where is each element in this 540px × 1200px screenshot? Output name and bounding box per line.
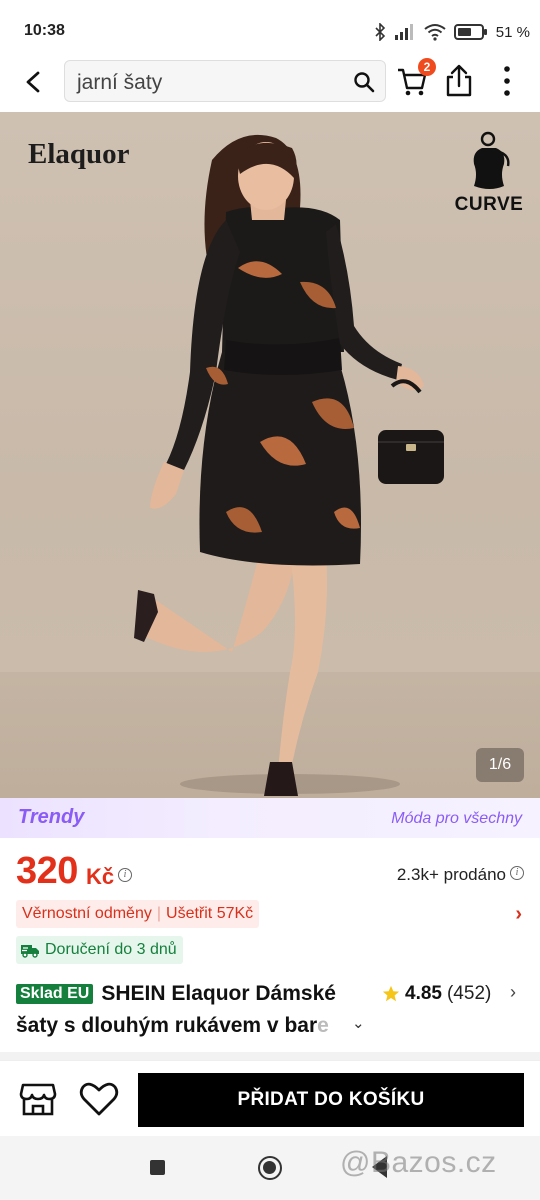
review-count: (452) — [446, 983, 492, 1004]
chevron-right-icon[interactable]: › — [515, 903, 522, 926]
loyalty-label: Věrnostní odměny — [22, 905, 152, 922]
share-icon — [446, 64, 472, 97]
wishlist-button[interactable] — [78, 1079, 120, 1119]
battery-percent: 51 % — [495, 23, 530, 41]
delivery-label: Doručení do 3 dnů — [45, 941, 177, 958]
chevron-down-icon[interactable]: ⌄ — [352, 1014, 365, 1032]
title-fade: e — [317, 1014, 329, 1037]
delivery-badge: Doručení do 3 dnů — [16, 936, 183, 964]
price-amount: 320 — [16, 850, 78, 892]
rating-value: 4.85 — [405, 983, 442, 1004]
price-info-icon[interactable]: i — [118, 868, 132, 882]
heart-icon — [79, 1082, 119, 1116]
image-counter: 1/6 — [476, 748, 524, 782]
title-line-2: šaty s dlouhým rukávem v bar — [16, 1014, 318, 1037]
more-vertical-icon — [504, 66, 510, 96]
signal-icon — [394, 24, 413, 40]
app-bar: jarní šaty 2 — [0, 56, 540, 108]
curve-figure-icon — [473, 131, 510, 189]
home-button[interactable] — [258, 1156, 282, 1180]
product-title[interactable]: Sklad EU SHEIN Elaquor Dámské šaty s dlou… — [16, 978, 376, 1042]
search-icon[interactable] — [353, 71, 375, 93]
recent-apps-button[interactable] — [150, 1160, 165, 1175]
cart-button[interactable]: 2 — [396, 58, 436, 100]
sold-count: 2.3k+ prodáno — [396, 865, 506, 884]
status-time: 10:38 — [24, 22, 65, 39]
back-button[interactable] — [16, 64, 52, 100]
add-to-cart-button[interactable]: PŘIDAT DO KOŠÍKU — [138, 1073, 524, 1127]
brand-watermark: Elaquor — [28, 138, 130, 170]
chevron-right-icon[interactable]: › — [510, 982, 516, 1003]
battery-icon — [453, 24, 487, 40]
loyalty-separator: | — [156, 905, 162, 922]
bluetooth-icon — [375, 23, 385, 41]
trendy-logo: Trendy — [18, 806, 85, 828]
store-icon — [19, 1083, 57, 1116]
title-line-1: SHEIN Elaquor Dámské — [101, 982, 336, 1005]
rating-summary[interactable]: 4.85 (452) — [382, 980, 491, 1008]
share-button[interactable] — [444, 64, 480, 100]
curve-logo: CURVE — [454, 130, 524, 216]
loyalty-pill: Věrnostní odměny | Ušetřit 57Kč — [16, 900, 260, 928]
store-button[interactable] — [18, 1079, 58, 1119]
bottom-action-bar: PŘIDAT DO KOŠÍKU — [0, 1060, 540, 1136]
system-nav-bar: @Bazos.cz — [0, 1136, 540, 1200]
loyalty-savings: Ušetřit 57Kč — [166, 905, 254, 922]
loyalty-row[interactable]: Věrnostní odměny | Ušetřit 57Kč › — [16, 900, 524, 928]
trendy-banner[interactable]: Trendy Móda pro všechny — [0, 798, 540, 838]
search-input[interactable]: jarní šaty — [64, 60, 386, 102]
bazos-watermark: @Bazos.cz — [340, 1146, 497, 1179]
trendy-slogan: Móda pro všechny — [391, 810, 522, 827]
status-icons: 51 % — [374, 20, 530, 44]
search-query: jarní šaty — [77, 71, 163, 94]
cart-count-badge: 2 — [418, 58, 436, 76]
curve-label: CURVE — [454, 194, 524, 215]
arrow-left-icon — [26, 71, 40, 93]
star-icon — [382, 985, 400, 1002]
section-divider — [0, 1052, 540, 1060]
product-image-gallery[interactable]: Elaquor CURVE 1/6 — [0, 112, 540, 798]
price-currency: Kč — [86, 864, 115, 889]
truck-icon — [21, 945, 39, 958]
sold-info-icon[interactable]: i — [510, 866, 524, 880]
wifi-icon — [424, 24, 446, 41]
price-row: 320 Kč i 2.3k+ prodáno i — [0, 846, 540, 896]
more-options-button[interactable] — [492, 64, 522, 100]
status-bar: 10:38 51 % — [0, 0, 540, 60]
stock-badge: Sklad EU — [16, 984, 94, 1004]
